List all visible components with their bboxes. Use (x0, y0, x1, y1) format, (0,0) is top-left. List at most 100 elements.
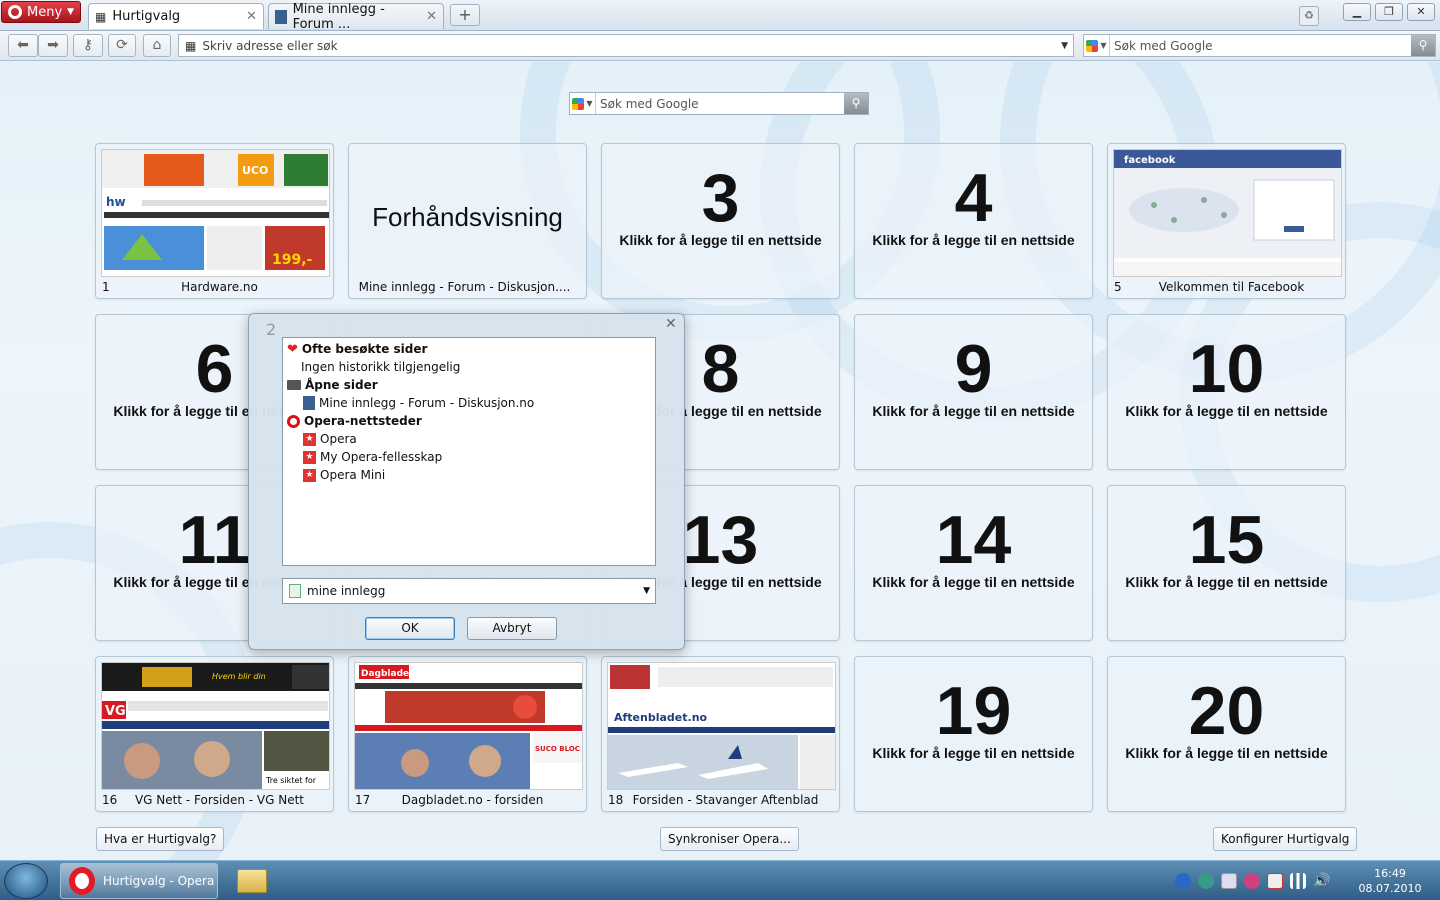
speeddial-cell-15[interactable]: 15 Klikk for å legge til en nettside (1107, 485, 1346, 641)
speeddial-cell-5[interactable]: facebook 5 Velkommen til Facebook (1107, 143, 1346, 299)
folder-icon (287, 380, 301, 390)
address-input[interactable]: mine innlegg ▼ (282, 578, 656, 604)
speeddial-cell-20[interactable]: 20 Klikk for å legge til en nettside (1107, 656, 1346, 812)
speeddial-cell-2[interactable]: Forhåndsvisning Mine innlegg - Forum - Di… (348, 143, 587, 299)
forum-favicon-icon (275, 9, 287, 24)
svg-text:hw: hw (106, 195, 126, 209)
clock-time: 16:49 (1374, 867, 1406, 880)
cell-title: Velkommen til Facebook (1158, 280, 1305, 294)
svg-text:Tre siktet for: Tre siktet for (265, 776, 317, 785)
minimize-button[interactable]: ▁ (1343, 3, 1371, 21)
speeddial-cell-4[interactable]: 4 Klikk for å legge til en nettside (854, 143, 1093, 299)
list-item-my-opera[interactable]: ★ My Opera-fellesskap (303, 448, 442, 466)
start-button[interactable] (4, 863, 48, 899)
taskbar-explorer-button[interactable] (226, 863, 278, 899)
taskbar: Hurtigvalg - Opera 🔊 16:49 08.07.2010 (0, 860, 1440, 900)
google-icon[interactable]: ▼ (570, 93, 596, 114)
search-icon[interactable]: ⚲ (844, 93, 868, 114)
app-tray-icon[interactable] (1175, 873, 1191, 889)
speeddial-cell-19[interactable]: 19 Klikk for å legge til en nettside (854, 656, 1093, 812)
trash-icon[interactable]: ♻ (1299, 6, 1319, 26)
search-placeholder: Søk med Google (600, 96, 699, 111)
page-thumbnail: Aftenbladet.no (607, 662, 836, 790)
back-button[interactable]: ⬅ (8, 34, 38, 57)
network-icon[interactable] (1290, 873, 1306, 889)
app-tray-icon[interactable] (1244, 873, 1260, 889)
close-icon[interactable]: ✕ (665, 316, 677, 332)
cell-big-number: 4 (954, 160, 993, 236)
folder-icon (237, 869, 267, 893)
cancel-button[interactable]: Avbryt (467, 617, 557, 640)
svg-text:Aftenbladet.no: Aftenbladet.no (614, 711, 708, 724)
opera-site-icon: ★ (303, 450, 316, 464)
speeddial-cell-14[interactable]: 14 Klikk for å legge til en nettside (854, 485, 1093, 641)
chevron-down-icon: ▼ (67, 7, 75, 17)
app-tray-icon[interactable] (1221, 873, 1237, 889)
list-item-opera[interactable]: ★ Opera (303, 430, 357, 448)
chevron-down-icon[interactable]: ▼ (1061, 41, 1068, 51)
restore-button[interactable]: ❐ (1375, 3, 1403, 21)
suggestion-list[interactable]: ❤ Ofte besøkte sider Ingen historikk til… (282, 337, 656, 566)
list-item-open-page[interactable]: Mine innlegg - Forum - Diskusjon.no (303, 394, 534, 412)
forward-button[interactable]: ➡ (38, 34, 68, 57)
speeddial-cell-17[interactable]: Dagbladet.no SUCO BLOC 17 Dagbladet.no - fo… (348, 656, 587, 812)
speeddial-cell-16[interactable]: Hvem blir din VG Tre siktet for 16 VG Nett -… (95, 656, 334, 812)
opera-menu-button[interactable]: Meny ▼ (1, 1, 81, 23)
sync-opera-button[interactable]: Synkroniser Opera... (660, 827, 799, 851)
app-tray-icon[interactable] (1198, 873, 1214, 889)
svg-text:SUCO BLOC: SUCO BLOC (535, 745, 580, 753)
what-is-speeddial-button[interactable]: Hva er Hurtigvalg? (96, 827, 225, 851)
clock[interactable]: 16:49 08.07.2010 (1350, 866, 1430, 896)
tab-label: Hurtigvalg (112, 9, 181, 24)
volume-icon[interactable]: 🔊 (1313, 873, 1330, 889)
speeddial-search-field[interactable]: ▼ Søk med Google ⚲ (569, 92, 869, 115)
new-tab-button[interactable]: + (450, 4, 480, 26)
taskbar-opera-button[interactable]: Hurtigvalg - Opera (60, 863, 218, 899)
cell-add-label: Klikk for å legge til en nettside (619, 232, 822, 248)
opera-site-icon: ★ (303, 468, 316, 482)
list-item-opera-mini[interactable]: ★ Opera Mini (303, 466, 385, 484)
tab-speeddial[interactable]: ▦ Hurtigvalg ✕ (88, 3, 264, 29)
cell-number: 16 (102, 793, 118, 807)
cell-big-number: 14 (935, 502, 1012, 578)
grid-icon: ▦ (185, 38, 197, 53)
speeddial-cell-9[interactable]: 9 Klikk for å legge til en nettside (854, 314, 1093, 470)
cell-title: Forsiden - Stavanger Aftenblad (632, 793, 819, 807)
home-button[interactable]: ⌂ (143, 34, 171, 57)
cell-big-number: 10 (1188, 331, 1265, 407)
menu-label: Meny (27, 4, 63, 20)
search-placeholder: Søk med Google (1114, 38, 1213, 53)
close-icon[interactable]: ✕ (246, 9, 257, 24)
svg-text:199,-: 199,- (272, 252, 313, 268)
page-thumbnail: Dagbladet.no SUCO BLOC (354, 662, 583, 790)
search-icon[interactable]: ⚲ (1411, 35, 1435, 56)
tab-forum[interactable]: Mine innlegg - Forum ... ✕ (268, 1, 444, 32)
close-window-button[interactable]: ✕ (1407, 3, 1435, 21)
cell-number: 1 (102, 280, 110, 294)
opera-site-icon: ★ (303, 432, 316, 446)
app-tray-icon[interactable] (1267, 873, 1283, 889)
configure-speeddial-button[interactable]: Konfigurer Hurtigvalg (1213, 827, 1358, 851)
reload-button[interactable]: ⟳ (108, 34, 136, 57)
opera-logo-icon (69, 867, 95, 895)
close-icon[interactable]: ✕ (426, 9, 437, 24)
chevron-down-icon[interactable]: ▼ (643, 586, 650, 596)
cell-add-label: Klikk for å legge til en nettside (1125, 403, 1328, 419)
opera-logo-icon (8, 5, 22, 19)
svg-text:UCO: UCO (242, 164, 268, 177)
speeddial-cell-10[interactable]: 10 Klikk for å legge til en nettside (1107, 314, 1346, 470)
speeddial-cell-1[interactable]: UCO hw 199,- 1 Hardware.no (95, 143, 334, 299)
cell-number: 17 (355, 793, 371, 807)
address-field[interactable]: ▦ Skriv adresse eller søk ▼ (178, 34, 1074, 57)
cell-title: VG Nett - Forsiden - VG Nett (134, 793, 305, 807)
cell-number: 5 (1114, 280, 1122, 294)
forum-favicon-icon (303, 396, 315, 410)
google-icon[interactable]: ▼ (1084, 35, 1110, 56)
search-field[interactable]: ▼ Søk med Google ⚲ (1083, 34, 1436, 57)
ok-button[interactable]: OK (365, 617, 455, 640)
speeddial-cell-3[interactable]: 3 Klikk for å legge til en nettside (601, 143, 840, 299)
speeddial-cell-18[interactable]: Aftenbladet.no 18 Forsiden - Stavanger Aft… (601, 656, 840, 812)
speeddial-edit-dialog: 2 ✕ ❤ Ofte besøkte sider Ingen historikk… (248, 313, 685, 650)
tab-label: Mine innlegg - Forum ... (292, 1, 385, 32)
key-icon[interactable]: ⚷ (73, 34, 103, 57)
